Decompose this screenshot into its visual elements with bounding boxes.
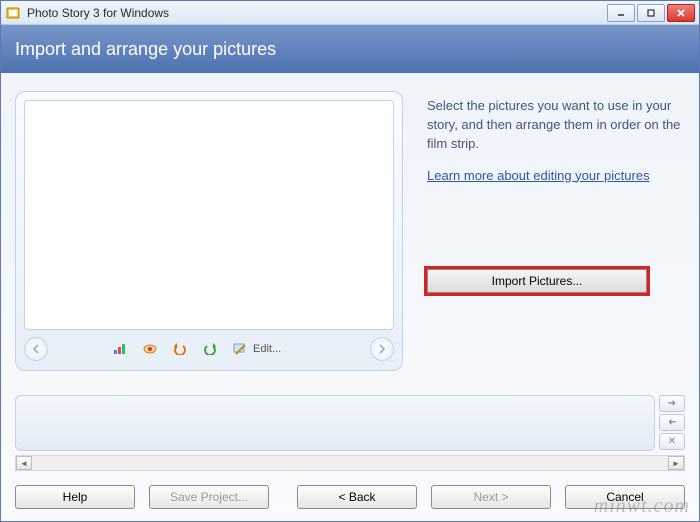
learn-more-link[interactable]: Learn more about editing your pictures	[427, 168, 650, 183]
filmstrip-order-controls: ➔ ➔ ✕	[659, 395, 685, 451]
window-controls	[607, 4, 695, 22]
scroll-right-button[interactable]: ►	[668, 456, 684, 470]
next-button[interactable]: Next >	[431, 485, 551, 509]
edit-toolbar: Edit...	[24, 336, 394, 362]
next-picture-button[interactable]	[370, 337, 394, 361]
triangle-right-icon: ►	[672, 459, 680, 468]
wizard-window: Photo Story 3 for Windows Import and arr…	[0, 0, 700, 522]
minimize-button[interactable]	[607, 4, 635, 22]
app-icon	[5, 5, 21, 21]
rotate-ccw-icon	[170, 339, 190, 359]
page-heading: Import and arrange your pictures	[15, 39, 276, 60]
triangle-left-icon: ◄	[20, 459, 28, 468]
edit-button[interactable]: Edit...	[226, 336, 336, 362]
picture-preview	[24, 100, 394, 330]
filmstrip-scrollbar[interactable]: ◄ ►	[15, 455, 685, 471]
edit-icon	[230, 339, 250, 359]
wizard-footer: Help Save Project... < Back Next > Cance…	[1, 477, 699, 521]
red-eye-button[interactable]	[136, 336, 164, 362]
scroll-left-button[interactable]: ◄	[16, 456, 32, 470]
move-right-button[interactable]: ➔	[659, 395, 685, 412]
titlebar: Photo Story 3 for Windows	[1, 1, 699, 25]
instruction-text: Select the pictures you want to use in y…	[427, 97, 685, 154]
rotate-cw-icon	[200, 339, 220, 359]
rotate-left-button[interactable]	[166, 336, 194, 362]
color-levels-icon	[110, 339, 130, 359]
filmstrip[interactable]	[15, 395, 655, 451]
cancel-button[interactable]: Cancel	[565, 485, 685, 509]
help-button[interactable]: Help	[15, 485, 135, 509]
correct-color-button[interactable]	[106, 336, 134, 362]
arrow-left-icon: ➔	[668, 417, 676, 428]
wizard-header: Import and arrange your pictures	[1, 25, 699, 73]
chevron-right-icon	[377, 344, 387, 354]
delete-icon: ✕	[668, 436, 676, 447]
rotate-right-button[interactable]	[196, 336, 224, 362]
content-area: Edit... Select the pictures you want to …	[1, 73, 699, 477]
prev-picture-button[interactable]	[24, 337, 48, 361]
save-project-button[interactable]: Save Project...	[149, 485, 269, 509]
back-button[interactable]: < Back	[297, 485, 417, 509]
move-left-button[interactable]: ➔	[659, 414, 685, 431]
filmstrip-area: ➔ ➔ ✕	[15, 395, 685, 451]
close-button[interactable]	[667, 4, 695, 22]
preview-panel: Edit...	[15, 91, 403, 371]
delete-picture-button[interactable]: ✕	[659, 433, 685, 450]
red-eye-icon	[140, 339, 160, 359]
chevron-left-icon	[31, 344, 41, 354]
window-title: Photo Story 3 for Windows	[27, 6, 607, 20]
arrow-right-icon: ➔	[668, 398, 676, 409]
maximize-button[interactable]	[637, 4, 665, 22]
edit-button-label: Edit...	[253, 343, 281, 355]
import-pictures-button[interactable]: Import Pictures...	[427, 269, 647, 293]
instructions-column: Select the pictures you want to use in y…	[427, 91, 685, 371]
